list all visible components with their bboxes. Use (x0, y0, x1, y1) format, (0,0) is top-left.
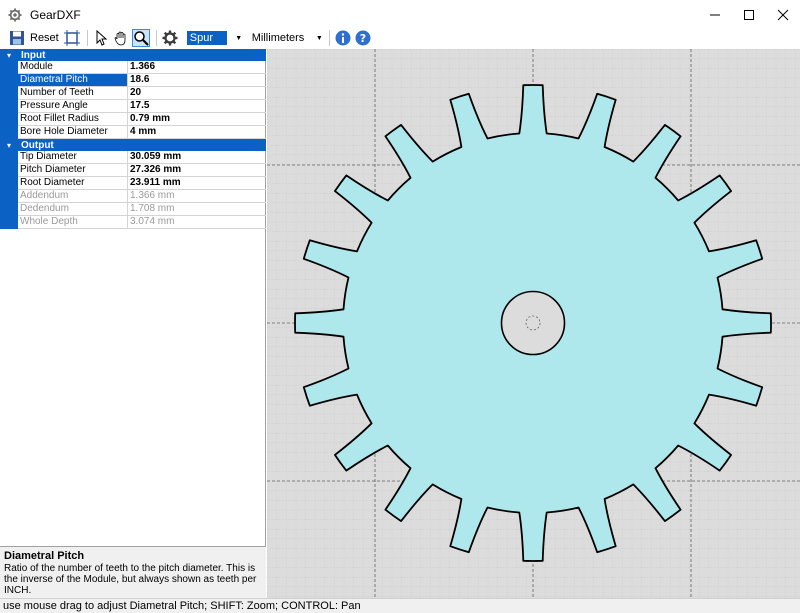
property-value[interactable]: 1.366 (128, 61, 266, 74)
property-value: 1.366 mm (128, 190, 266, 203)
category-label: Input (21, 49, 46, 61)
help-button[interactable]: ? (354, 29, 372, 47)
toolbar-separator (155, 30, 157, 46)
maximize-icon (744, 10, 754, 20)
dropdown-arrow-icon: ▼ (315, 34, 323, 42)
collapse-chevron-icon[interactable]: ▾ (0, 51, 18, 60)
property-row-root-diameter[interactable]: Root Diameter 23.911 mm (0, 177, 266, 190)
pointer-icon (96, 30, 108, 46)
maximize-button[interactable] (732, 0, 766, 30)
description-title: Diametral Pitch (4, 550, 85, 562)
gear-type-value: Spur (186, 31, 227, 45)
property-value: 27.326 mm (128, 164, 266, 177)
description-text: Ratio of the number of teeth to the pitc… (4, 563, 257, 596)
gear-canvas[interactable] (267, 49, 800, 598)
toolbar-separator (329, 30, 331, 46)
category-input[interactable]: ▾ Input (0, 49, 266, 61)
property-row-bore-hole-diameter[interactable]: Bore Hole Diameter 4 mm (0, 126, 266, 139)
dropdown-arrow-icon: ▼ (235, 34, 243, 42)
property-row-diametral-pitch[interactable]: Diametral Pitch 18.6 (0, 74, 266, 87)
magnifier-icon (134, 31, 149, 46)
property-row-root-fillet-radius[interactable]: Root Fillet Radius 0.79 mm (0, 113, 266, 126)
gear-drawing[interactable] (267, 49, 800, 598)
hand-icon (114, 31, 126, 46)
toolbar: Reset Spur ▼ Millimeters ▼ ? (0, 27, 800, 49)
property-name: Dedendum (18, 203, 128, 216)
collapse-chevron-icon[interactable]: ▾ (0, 141, 18, 150)
close-button[interactable] (766, 0, 800, 30)
property-grid: ▾ Input Module 1.366 Diametral Pitch 18.… (0, 49, 266, 229)
help-icon: ? (355, 30, 371, 46)
close-icon (777, 9, 789, 21)
reset-button[interactable]: Reset (30, 32, 59, 44)
property-row-addendum[interactable]: Addendum 1.366 mm (0, 190, 266, 203)
property-value[interactable]: 4 mm (128, 126, 266, 139)
app-gear-icon (8, 8, 22, 22)
units-value: Millimeters (251, 32, 305, 44)
minimize-icon (710, 14, 720, 16)
property-value[interactable]: 17.5 (128, 100, 266, 113)
property-row-tip-diameter[interactable]: Tip Diameter 30.059 mm (0, 151, 266, 164)
property-name: Addendum (18, 190, 128, 203)
toolbar-separator (86, 30, 88, 46)
property-value: 23.911 mm (128, 177, 266, 190)
settings-button[interactable] (161, 29, 179, 47)
property-name: Tip Diameter (18, 151, 128, 164)
window-title: GearDXF (30, 8, 81, 22)
fit-view-button[interactable] (63, 29, 81, 47)
property-value[interactable]: 20 (128, 87, 266, 100)
property-name: Number of Teeth (18, 87, 128, 100)
gear-type-select[interactable]: Spur ▼ (186, 30, 245, 46)
property-row-pressure-angle[interactable]: Pressure Angle 17.5 (0, 100, 266, 113)
property-value[interactable]: 0.79 mm (128, 113, 266, 126)
info-button[interactable] (334, 29, 352, 47)
gear-icon (162, 30, 178, 46)
info-icon (335, 30, 351, 46)
title-bar: GearDXF (0, 0, 800, 30)
property-name: Diametral Pitch (18, 74, 128, 87)
property-name: Root Fillet Radius (18, 113, 128, 126)
property-name: Whole Depth (18, 216, 128, 229)
status-text: use mouse drag to adjust Diametral Pitch… (3, 600, 361, 612)
save-button[interactable] (8, 29, 26, 47)
property-value: 30.059 mm (128, 151, 266, 164)
property-row-module[interactable]: Module 1.366 (0, 61, 266, 74)
property-row-pitch-diameter[interactable]: Pitch Diameter 27.326 mm (0, 164, 266, 177)
property-name: Pressure Angle (18, 100, 128, 113)
zoom-tool-button[interactable] (131, 29, 150, 47)
property-description: Diametral Pitch Ratio of the number of t… (0, 546, 266, 598)
save-icon (10, 31, 24, 45)
svg-text:?: ? (360, 32, 366, 45)
property-panel: ▾ Input Module 1.366 Diametral Pitch 18.… (0, 49, 266, 598)
category-label: Output (21, 139, 54, 151)
property-name: Pitch Diameter (18, 164, 128, 177)
property-value: 3.074 mm (128, 216, 266, 229)
category-output[interactable]: ▾ Output (0, 139, 266, 151)
property-row-dedendum[interactable]: Dedendum 1.708 mm (0, 203, 266, 216)
minimize-button[interactable] (698, 0, 732, 30)
property-name: Module (18, 61, 128, 74)
property-name: Root Diameter (18, 177, 128, 190)
property-name: Bore Hole Diameter (18, 126, 128, 139)
property-row-whole-depth[interactable]: Whole Depth 3.074 mm (0, 216, 266, 229)
pan-tool-button[interactable] (112, 29, 130, 47)
units-select[interactable]: Millimeters ▼ (249, 30, 326, 46)
property-value: 1.708 mm (128, 203, 266, 216)
bore-hole (500, 290, 566, 356)
crop-icon (63, 30, 80, 46)
property-value[interactable]: 18.6 (128, 74, 266, 87)
property-row-number-of-teeth[interactable]: Number of Teeth 20 (0, 87, 266, 100)
status-bar: use mouse drag to adjust Diametral Pitch… (0, 598, 800, 613)
select-tool-button[interactable] (92, 29, 110, 47)
